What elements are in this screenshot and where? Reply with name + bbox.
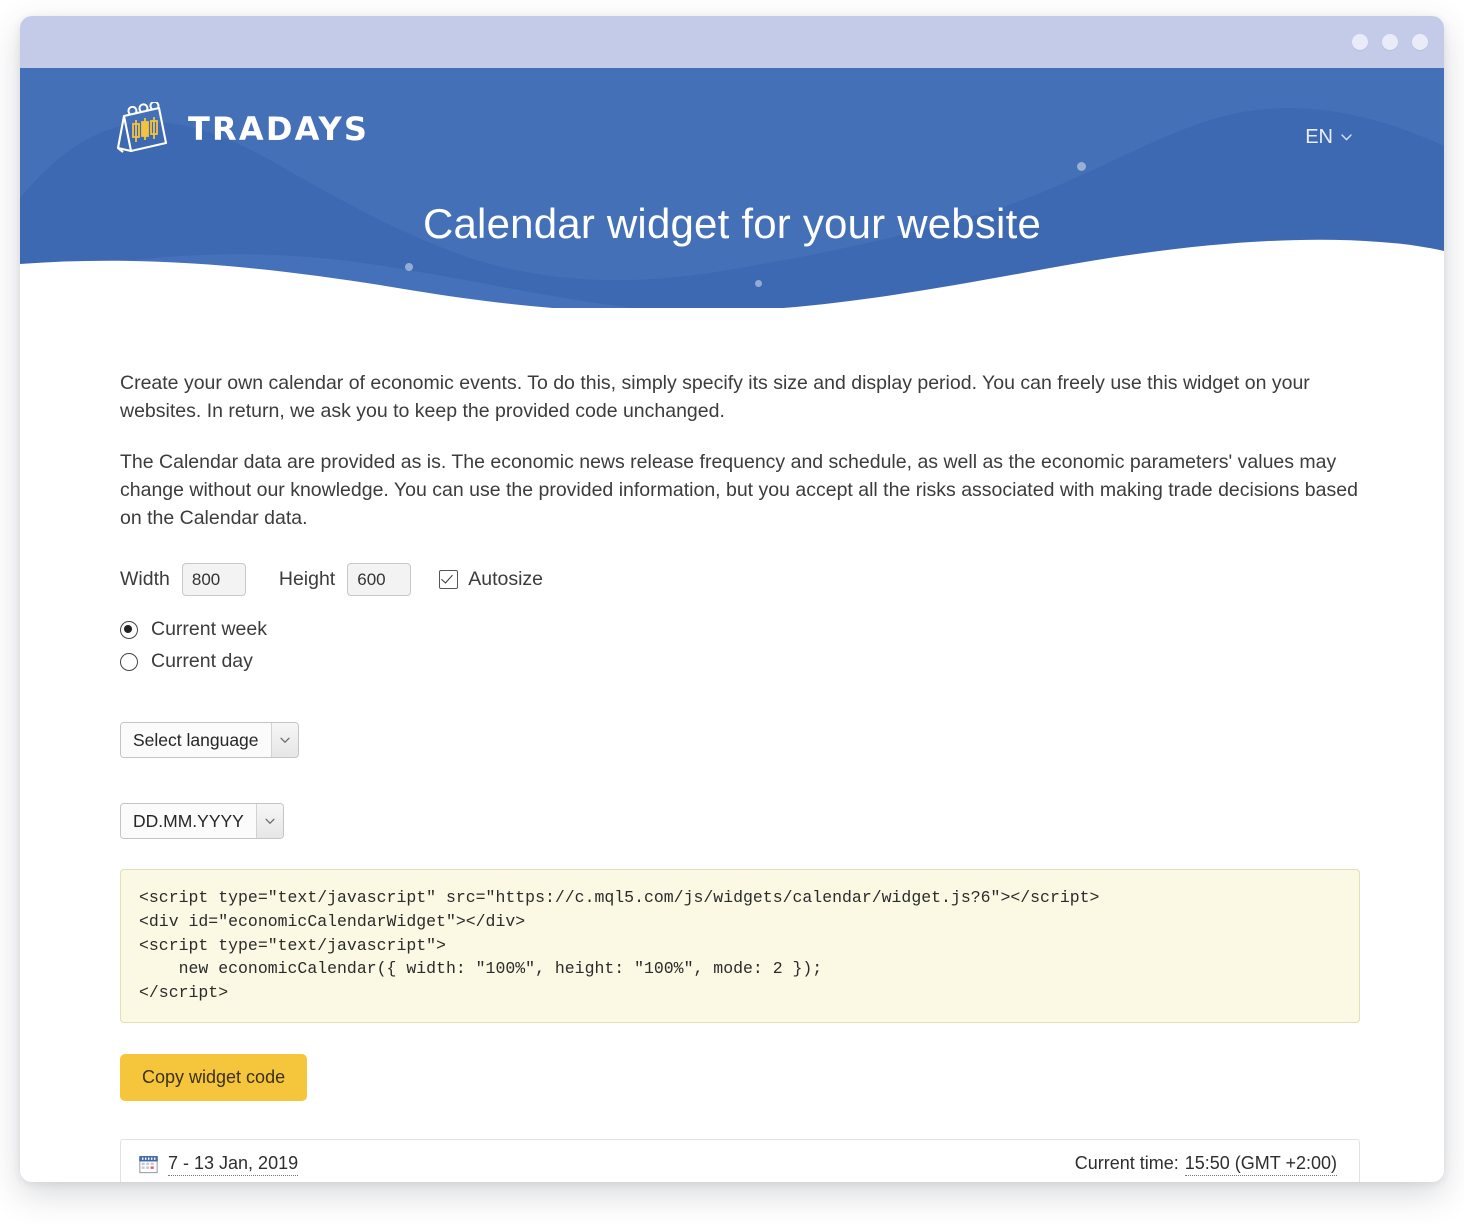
window-dot-close[interactable] [1412,34,1428,50]
calendar-icon [139,1155,158,1174]
window-dot-maximize[interactable] [1352,34,1368,50]
widget-code-block[interactable]: <script type="text/javascript" src="http… [120,869,1360,1024]
intro-paragraph-2: The Calendar data are provided as is. Th… [120,451,1358,529]
intro-paragraph-1: Create your own calendar of economic eve… [120,372,1310,422]
brand-name: TRADAYS [188,110,370,148]
width-input[interactable] [181,563,246,597]
radio-selected-icon [120,620,138,639]
window-titlebar [20,16,1444,68]
period-radio-group: Current week Current day [120,618,1360,673]
current-time: Current time: 15:50 (GMT +2:00) [1075,1153,1337,1176]
date-format-select-value: DD.MM.YYYY [121,804,256,839]
current-time-label: Current time: [1074,1152,1179,1173]
window-dot-minimize[interactable] [1382,34,1398,50]
current-time-value[interactable]: 15:50 (GMT +2:00) [1184,1153,1337,1176]
widget-toolbar: 7 - 13 Jan, 2019 Current time: 15:50 (GM… [121,1140,1359,1182]
hero-banner: TRADAYS EN Calendar widget for your webs… [20,68,1444,308]
page-title: Calendar widget for your website [422,200,1042,247]
browser-window: TRADAYS EN Calendar widget for your webs… [20,16,1444,1182]
height-input[interactable] [347,563,412,597]
date-range-picker[interactable]: 7 - 13 Jan, 2019 [139,1153,299,1176]
radio-current-day[interactable]: Current day [120,650,1360,673]
autosize-checkbox[interactable]: Autosize [439,568,543,591]
chevron-down-icon [255,804,283,839]
language-selector[interactable]: EN [1305,126,1352,149]
size-settings-row: Width Height Autosize [120,563,1360,597]
radio-unselected-icon [120,652,138,671]
brand-logo[interactable]: TRADAYS [114,102,369,156]
page-content: Create your own calendar of economic eve… [20,308,1444,1182]
language-select-row: Select language [120,693,1360,759]
copy-widget-code-button[interactable]: Copy widget code [120,1054,308,1102]
date-format-select-row: DD.MM.YYYY [120,778,1360,840]
radio-current-week[interactable]: Current week [120,618,1360,641]
date-format-select[interactable]: DD.MM.YYYY [120,803,284,840]
radio-current-day-label: Current day [151,650,253,673]
autosize-label: Autosize [468,568,544,591]
language-select-value: Select language [121,723,271,758]
language-label: EN [1305,126,1333,148]
chevron-down-icon [270,723,298,758]
date-range-value: 7 - 13 Jan, 2019 [168,1153,299,1176]
hero-spark-3 [1077,162,1086,171]
width-label: Width [120,568,170,591]
tradays-calendar-logo-icon [116,102,168,153]
hero-spark-1 [405,263,413,271]
hero-spark-2 [755,280,762,287]
widget-code-text: <script type="text/javascript" src="http… [139,888,1100,1002]
checkbox-checked-icon [439,570,459,590]
radio-current-week-label: Current week [151,618,267,641]
chevron-down-icon [1341,134,1352,141]
calendar-widget-preview: 7 - 13 Jan, 2019 Current time: 15:50 (GM… [120,1139,1360,1182]
height-label: Height [278,568,336,591]
language-select[interactable]: Select language [120,722,299,759]
